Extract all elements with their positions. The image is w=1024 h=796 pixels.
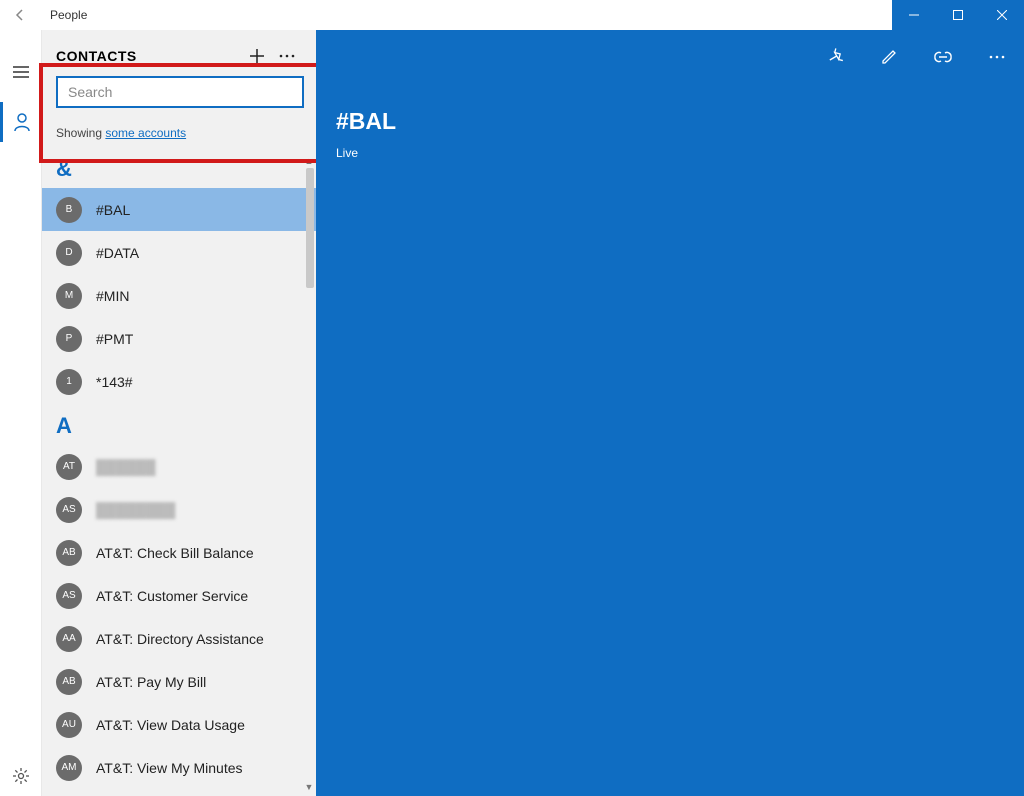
back-button[interactable] [0,8,40,22]
avatar: AB [56,669,82,695]
scroll-down-icon[interactable]: ▼ [304,782,314,792]
avatar: D [56,240,82,266]
contact-name: AT&T: Customer Service [96,588,248,604]
avatar: AT [56,454,82,480]
contact-scroll[interactable]: & B #BAL D #DATA M #MIN P #PMT 1 *143# A AT ██████ AS █… [42,146,316,796]
avatar: P [56,326,82,352]
detail-source: Live [336,146,358,160]
contact-list-pane: CONTACTS Showing some accounts & B #BAL D #D… [42,30,316,796]
contact-name: *143# [96,374,133,390]
contact-item[interactable]: AA AT&T: Directory Assistance [42,617,316,660]
pin-icon [826,48,844,66]
contact-item[interactable]: AU AT&T: View Data Usage [42,703,316,746]
contact-name: ██████ [96,459,156,475]
avatar: 1 [56,369,82,395]
avatar: AM [56,755,82,781]
minimize-icon [909,10,919,20]
contact-item[interactable]: D #DATA [42,231,316,274]
contacts-heading: CONTACTS [56,48,242,64]
titlebar: People [0,0,1024,30]
contact-item[interactable]: 1 *143# [42,360,316,403]
close-icon [997,10,1007,20]
contact-item[interactable]: AM AT&T: View My Minutes [42,746,316,789]
avatar: AA [56,626,82,652]
maximize-button[interactable] [936,0,980,30]
settings-button[interactable] [0,756,42,796]
contact-name: AT&T: Directory Assistance [96,631,264,647]
hamburger-icon [13,66,29,78]
detail-contact-name: #BAL [336,108,396,135]
avatar: AU [56,712,82,738]
back-arrow-icon [13,8,27,22]
add-contact-button[interactable] [242,48,272,64]
contact-item[interactable]: AS AT&T: Customer Service [42,574,316,617]
contacts-tab[interactable] [0,102,42,142]
avatar: AS [56,583,82,609]
detail-pane: #BAL Live [316,30,1024,796]
contact-name: AT&T: View My Minutes [96,760,243,776]
contact-item[interactable]: B #BAL [42,188,316,231]
ellipsis-icon [989,55,1005,59]
detail-more-button[interactable] [982,55,1012,59]
avatar: AS [56,497,82,523]
accounts-link[interactable]: some accounts [105,126,186,140]
avatar: AB [56,540,82,566]
gear-icon [13,768,29,784]
contact-item[interactable]: AB AT&T: Check Bill Balance [42,531,316,574]
avatar: M [56,283,82,309]
maximize-icon [953,10,963,20]
person-icon [14,113,30,131]
group-header[interactable]: & [42,146,316,188]
contact-item[interactable]: AB AT&T: Pay My Bill [42,660,316,703]
menu-button[interactable] [0,52,42,92]
window-title: People [40,8,87,22]
nav-rail [0,30,42,796]
contact-name: ████████ [96,502,175,518]
contact-name: AT&T: View Data Usage [96,717,245,733]
close-button[interactable] [980,0,1024,30]
group-header[interactable]: A [42,403,316,445]
edit-button[interactable] [874,48,904,66]
filter-text: Showing some accounts [42,116,316,146]
link-icon [933,51,953,63]
contact-name: AT&T: Pay My Bill [96,674,206,690]
avatar: B [56,197,82,223]
contact-item[interactable]: AS ████████ [42,488,316,531]
search-input[interactable] [56,76,304,108]
ellipsis-icon [279,54,295,58]
contact-item[interactable]: M #MIN [42,274,316,317]
pencil-icon [880,48,898,66]
pin-button[interactable] [820,48,850,66]
contact-name: #DATA [96,245,139,261]
contact-name: #MIN [96,288,129,304]
contact-item[interactable]: AT ██████ [42,445,316,488]
contact-item[interactable]: P #PMT [42,317,316,360]
scroll-up-icon[interactable]: ▲ [304,156,314,166]
contact-name: AT&T: Check Bill Balance [96,545,254,561]
plus-icon [249,48,265,64]
minimize-button[interactable] [892,0,936,30]
link-button[interactable] [928,51,958,63]
more-button[interactable] [272,54,302,58]
scrollbar-thumb[interactable] [306,168,314,288]
contact-name: #PMT [96,331,133,347]
contact-name: #BAL [96,202,130,218]
